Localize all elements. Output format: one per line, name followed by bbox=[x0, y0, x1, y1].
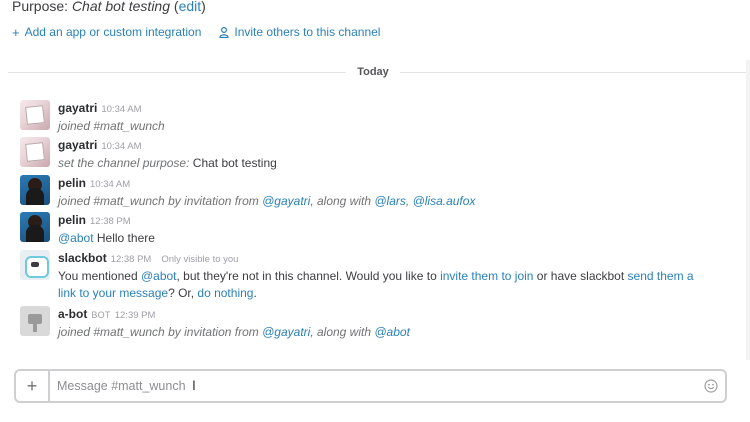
channel-actions: + Add an app or custom integration Invit… bbox=[12, 25, 380, 39]
emoji-button[interactable] bbox=[697, 379, 725, 393]
add-app-link[interactable]: + Add an app or custom integration bbox=[12, 25, 201, 39]
avatar-gayatri[interactable] bbox=[20, 100, 50, 130]
sender-name[interactable]: gayatri bbox=[58, 138, 97, 152]
message-timestamp[interactable]: 10:34 AM bbox=[101, 104, 141, 115]
message-composer: + I bbox=[14, 369, 727, 403]
day-divider-label: Today bbox=[346, 66, 400, 78]
message-text-plain: You mentioned bbox=[58, 269, 141, 283]
message-item: slackbot 12:38 PM Only visible to you You … bbox=[20, 250, 694, 302]
message-text: joined #matt_wunch bbox=[58, 119, 165, 133]
message-text-plain: ? Or, bbox=[168, 286, 198, 300]
send-link-link[interactable]: link to your message bbox=[58, 286, 168, 300]
purpose-prefix: Purpose: bbox=[12, 0, 72, 14]
message-text-plain: . bbox=[253, 286, 257, 300]
mention-link[interactable]: @gayatri bbox=[262, 194, 310, 208]
channel-purpose: Purpose: Chat bot testing (edit) bbox=[12, 0, 206, 14]
edit-purpose-link[interactable]: edit bbox=[179, 0, 202, 14]
sender-name[interactable]: pelin bbox=[58, 213, 86, 227]
sender-name[interactable]: slackbot bbox=[58, 251, 107, 265]
message-item: gayatri 10:34 AM set the channel purpose:… bbox=[20, 137, 277, 172]
message-input[interactable] bbox=[50, 372, 697, 400]
mention-link[interactable]: @abot bbox=[58, 231, 94, 245]
do-nothing-link[interactable]: do nothing bbox=[197, 286, 253, 300]
message-timestamp[interactable]: 12:38 PM bbox=[111, 254, 152, 265]
message-text-mid: , along with bbox=[310, 194, 375, 208]
message-timestamp[interactable]: 10:34 AM bbox=[101, 141, 141, 152]
avatar-pelin[interactable] bbox=[20, 212, 50, 242]
message-text-italic: set the channel purpose: bbox=[58, 156, 190, 170]
person-icon bbox=[219, 26, 229, 38]
mention-link[interactable]: @gayatri bbox=[262, 325, 310, 339]
message-text: set the channel purpose: Chat bot testin… bbox=[58, 155, 277, 172]
bot-badge: BOT bbox=[91, 310, 111, 320]
message-item: gayatri 10:34 AM joined #matt_wunch bbox=[20, 100, 165, 135]
mention-link[interactable]: @lars bbox=[374, 194, 406, 208]
message-text-plain: Hello there bbox=[93, 231, 155, 245]
message-text-sep: , bbox=[405, 194, 413, 208]
purpose-paren-close: ) bbox=[201, 0, 206, 14]
message-text: joined #matt_wunch by invitation from @g… bbox=[58, 324, 410, 341]
smiley-emoji-icon bbox=[704, 379, 718, 393]
message-text: @abot Hello there bbox=[58, 230, 155, 247]
sender-name[interactable]: pelin bbox=[58, 176, 86, 190]
message-item: a-bot BOT 12:39 PM joined #matt_wunch by i… bbox=[20, 306, 410, 341]
add-app-label: Add an app or custom integration bbox=[24, 25, 202, 39]
message-text-plain: or have slackbot bbox=[533, 269, 628, 283]
message-text-prefix: joined #matt_wunch by invitation from bbox=[58, 325, 263, 339]
mention-link[interactable]: @abot bbox=[374, 325, 410, 339]
message-text: You mentioned @abot, but they're not in … bbox=[58, 268, 694, 285]
sender-name[interactable]: a-bot bbox=[58, 307, 87, 321]
sender-name[interactable]: gayatri bbox=[58, 101, 97, 115]
invite-others-label: Invite others to this channel bbox=[234, 25, 381, 39]
message-text: joined #matt_wunch by invitation from @g… bbox=[58, 193, 475, 210]
purpose-paren-open: ( bbox=[170, 0, 179, 14]
avatar-pelin[interactable] bbox=[20, 175, 50, 205]
message-timestamp[interactable]: 10:34 AM bbox=[90, 179, 130, 190]
message-item: pelin 12:38 PM @abot Hello there bbox=[20, 212, 155, 247]
visibility-note: Only visible to you bbox=[161, 254, 239, 265]
add-file-button[interactable]: + bbox=[16, 371, 50, 401]
avatar-abot[interactable] bbox=[20, 306, 50, 336]
message-timestamp[interactable]: 12:39 PM bbox=[115, 310, 156, 321]
avatar-slackbot[interactable] bbox=[20, 250, 50, 280]
plus-icon: + bbox=[12, 24, 20, 40]
purpose-value: Chat bot testing bbox=[71, 0, 170, 14]
message-text-plain: , but they're not in this channel. Would… bbox=[176, 269, 441, 283]
text-cursor-icon: I bbox=[192, 377, 196, 393]
message-item: pelin 10:34 AM joined #matt_wunch by invi… bbox=[20, 175, 475, 210]
invite-them-link[interactable]: invite them to join bbox=[440, 269, 533, 283]
mention-link[interactable]: @lisa.aufox bbox=[413, 194, 476, 208]
avatar-gayatri[interactable] bbox=[20, 137, 50, 167]
message-text: link to your message? Or, do nothing. bbox=[58, 285, 694, 302]
message-timestamp[interactable]: 12:38 PM bbox=[90, 216, 131, 227]
message-text-mid: , along with bbox=[310, 325, 375, 339]
plus-icon: + bbox=[26, 375, 38, 396]
message-text-prefix: joined #matt_wunch by invitation from bbox=[58, 194, 263, 208]
mention-link[interactable]: @abot bbox=[141, 269, 177, 283]
scrollbar[interactable] bbox=[746, 60, 750, 360]
message-text-plain: Chat bot testing bbox=[189, 156, 277, 170]
send-link-link[interactable]: send them a bbox=[628, 269, 694, 283]
invite-others-link[interactable]: Invite others to this channel bbox=[219, 25, 380, 39]
